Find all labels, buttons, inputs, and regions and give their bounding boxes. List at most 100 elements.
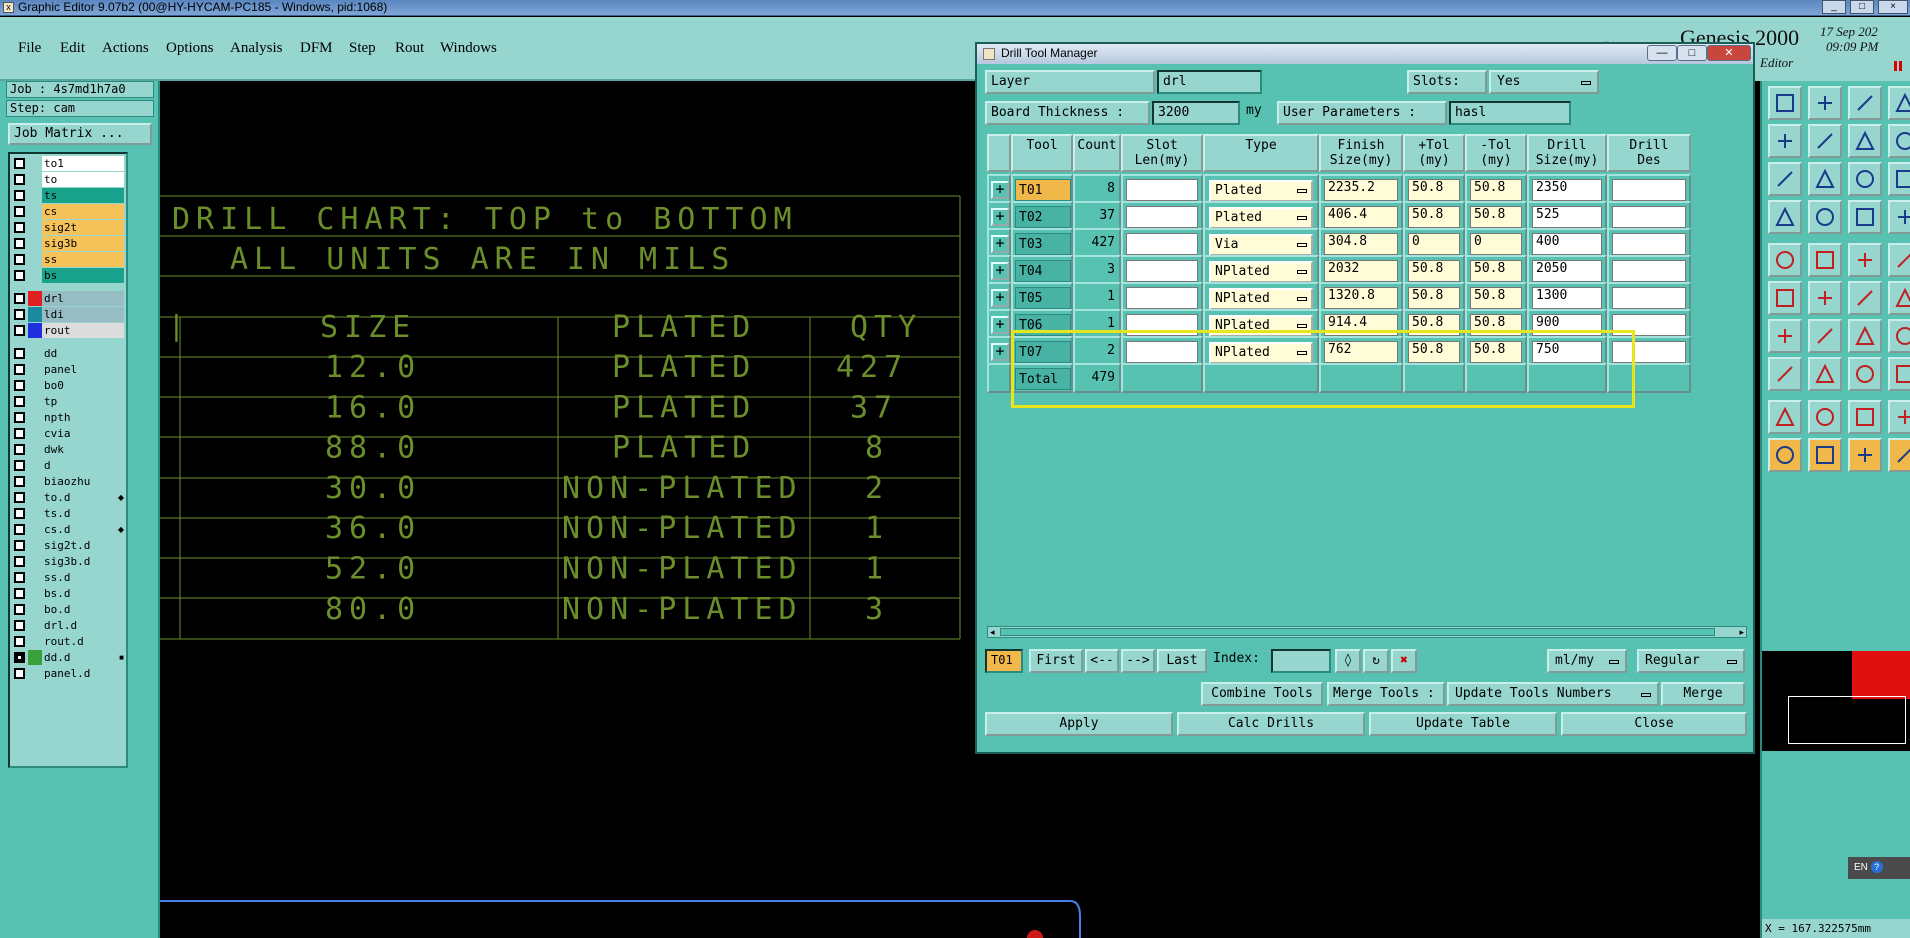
finish-size-field-input[interactable]: 406.4 bbox=[1324, 206, 1398, 228]
minus-tol-field[interactable]: 0 bbox=[1465, 228, 1527, 258]
surface-icon[interactable] bbox=[1848, 400, 1882, 434]
minus-tol-field[interactable]: 50.8 bbox=[1465, 255, 1527, 285]
plus-tol-field-input[interactable]: 50.8 bbox=[1408, 287, 1460, 309]
type-select[interactable]: Plated bbox=[1203, 201, 1319, 231]
layer-field[interactable]: drl bbox=[1157, 70, 1262, 94]
layer-row[interactable]: bs bbox=[12, 268, 126, 283]
drill-size-field-input[interactable]: 400 bbox=[1532, 233, 1602, 255]
layer-row[interactable]: to.d ◆ bbox=[12, 490, 126, 505]
drill-des-field-input[interactable] bbox=[1612, 233, 1686, 255]
layer-checkbox[interactable] bbox=[14, 364, 25, 375]
layer-name[interactable]: d bbox=[42, 458, 124, 473]
layer-name[interactable]: bs.d bbox=[42, 586, 124, 601]
column-header[interactable]: Slot Len(my) bbox=[1121, 134, 1203, 172]
link-icon[interactable] bbox=[1888, 281, 1910, 315]
drill-des-field-input[interactable] bbox=[1612, 179, 1686, 201]
fill-icon[interactable] bbox=[1888, 319, 1910, 353]
plus-tol-field[interactable]: 0 bbox=[1403, 228, 1465, 258]
layer-name[interactable]: ts bbox=[42, 188, 124, 203]
slot-length-field[interactable] bbox=[1121, 174, 1203, 204]
close-window-button[interactable]: × bbox=[1878, 0, 1908, 14]
layer-name[interactable]: cvia bbox=[42, 426, 124, 441]
last-button[interactable]: Last bbox=[1157, 649, 1207, 673]
layer-checkbox[interactable] bbox=[14, 428, 25, 439]
layer-checkbox[interactable] bbox=[14, 412, 25, 423]
layer-checkbox[interactable] bbox=[14, 508, 25, 519]
column-header-blank[interactable] bbox=[987, 134, 1011, 172]
minus-tol-field-input[interactable]: 50.8 bbox=[1470, 179, 1522, 201]
layer-checkbox[interactable] bbox=[14, 460, 25, 471]
layer-row[interactable]: sig3b.d bbox=[12, 554, 126, 569]
cursor-icon[interactable] bbox=[1888, 438, 1910, 472]
dot-icon[interactable] bbox=[1888, 243, 1910, 277]
slot-length-input[interactable] bbox=[1126, 179, 1198, 201]
language-bar[interactable]: EN ? bbox=[1848, 857, 1910, 879]
layer-checkbox[interactable] bbox=[14, 222, 25, 233]
layer-row[interactable]: bs.d bbox=[12, 586, 126, 601]
drill-size-field-input[interactable]: 525 bbox=[1532, 206, 1602, 228]
layer-row[interactable]: cs.d ◆ bbox=[12, 522, 126, 537]
menu-file[interactable]: File bbox=[18, 40, 41, 57]
draw-line-icon[interactable] bbox=[1768, 319, 1802, 353]
layer-name[interactable]: cs.d bbox=[42, 522, 124, 537]
calc-drills-button[interactable]: Calc Drills bbox=[1177, 712, 1365, 736]
layer-row[interactable]: ss bbox=[12, 252, 126, 267]
layer-name[interactable]: ts.d bbox=[42, 506, 124, 521]
layer-checkbox[interactable] bbox=[14, 492, 25, 503]
pointer-icon[interactable] bbox=[1808, 438, 1842, 472]
page-icon[interactable] bbox=[1888, 86, 1910, 120]
finish-size-field-input[interactable]: 2235.2 bbox=[1324, 179, 1398, 201]
layer-checkbox[interactable] bbox=[14, 556, 25, 567]
menu-dfm[interactable]: DFM bbox=[300, 40, 333, 57]
layer-row[interactable]: npth bbox=[12, 410, 126, 425]
maximize-button[interactable]: □ bbox=[1850, 0, 1874, 14]
plus-tol-field[interactable]: 50.8 bbox=[1403, 282, 1465, 312]
drill-des-field-input[interactable] bbox=[1612, 260, 1686, 282]
layer-checkbox[interactable] bbox=[14, 190, 25, 201]
next-button[interactable]: --> bbox=[1121, 649, 1155, 673]
snap-icon[interactable] bbox=[1848, 162, 1882, 196]
layer-checkbox[interactable] bbox=[14, 540, 25, 551]
pad-icon[interactable] bbox=[1768, 243, 1802, 277]
layer-checkbox[interactable] bbox=[14, 380, 25, 391]
type-select[interactable]: Plated bbox=[1203, 174, 1319, 204]
drill-des-field[interactable] bbox=[1607, 282, 1691, 312]
layer-name[interactable]: ss bbox=[42, 252, 124, 267]
layer-name[interactable]: rout bbox=[42, 323, 124, 338]
column-header[interactable]: Finish Size(my) bbox=[1319, 134, 1403, 172]
user-parameters-field[interactable]: hasl bbox=[1449, 101, 1571, 125]
apply-button[interactable]: Apply bbox=[985, 712, 1173, 736]
export-icon[interactable] bbox=[1808, 124, 1842, 158]
layer-checkbox[interactable] bbox=[14, 254, 25, 265]
slot-length-field[interactable] bbox=[1121, 255, 1203, 285]
expand-icon[interactable]: + bbox=[991, 235, 1009, 253]
layer-row[interactable]: ts bbox=[12, 188, 126, 203]
layer-checkbox[interactable] bbox=[14, 158, 25, 169]
type-select[interactable]: NPlated bbox=[1203, 255, 1319, 285]
plus-tol-field[interactable]: 50.8 bbox=[1403, 255, 1465, 285]
layer-row[interactable]: drl bbox=[12, 291, 126, 306]
scroll-right-icon[interactable]: ▸ bbox=[1739, 627, 1744, 637]
expand-icon[interactable]: + bbox=[991, 208, 1009, 226]
job-matrix-button[interactable]: Job Matrix ... bbox=[8, 123, 152, 145]
slot-length-input[interactable] bbox=[1126, 206, 1198, 228]
column-header[interactable]: Type bbox=[1203, 134, 1319, 172]
expand-icon[interactable]: + bbox=[991, 343, 1009, 361]
prev-button[interactable]: <-- bbox=[1085, 649, 1119, 673]
layer-checkbox[interactable] bbox=[14, 604, 25, 615]
slot-length-input[interactable] bbox=[1126, 287, 1198, 309]
overview-viewport[interactable] bbox=[1788, 696, 1906, 744]
expand-icon[interactable]: + bbox=[991, 181, 1009, 199]
tool-name-cell[interactable]: T03 bbox=[1011, 228, 1073, 258]
drill-size-field[interactable]: 2050 bbox=[1527, 255, 1607, 285]
finish-size-field[interactable]: 2032 bbox=[1319, 255, 1403, 285]
layer-row[interactable]: drl.d bbox=[12, 618, 126, 633]
overview-map[interactable] bbox=[1762, 651, 1910, 751]
layer-checkbox[interactable] bbox=[14, 572, 25, 583]
bulb-icon[interactable]: ◊ bbox=[1335, 649, 1361, 673]
menu-edit[interactable]: Edit bbox=[60, 40, 85, 57]
layer-checkbox[interactable] bbox=[14, 270, 25, 281]
plus-tol-field[interactable]: 50.8 bbox=[1403, 174, 1465, 204]
align-icon[interactable] bbox=[1848, 357, 1882, 391]
home-icon[interactable] bbox=[1848, 86, 1882, 120]
